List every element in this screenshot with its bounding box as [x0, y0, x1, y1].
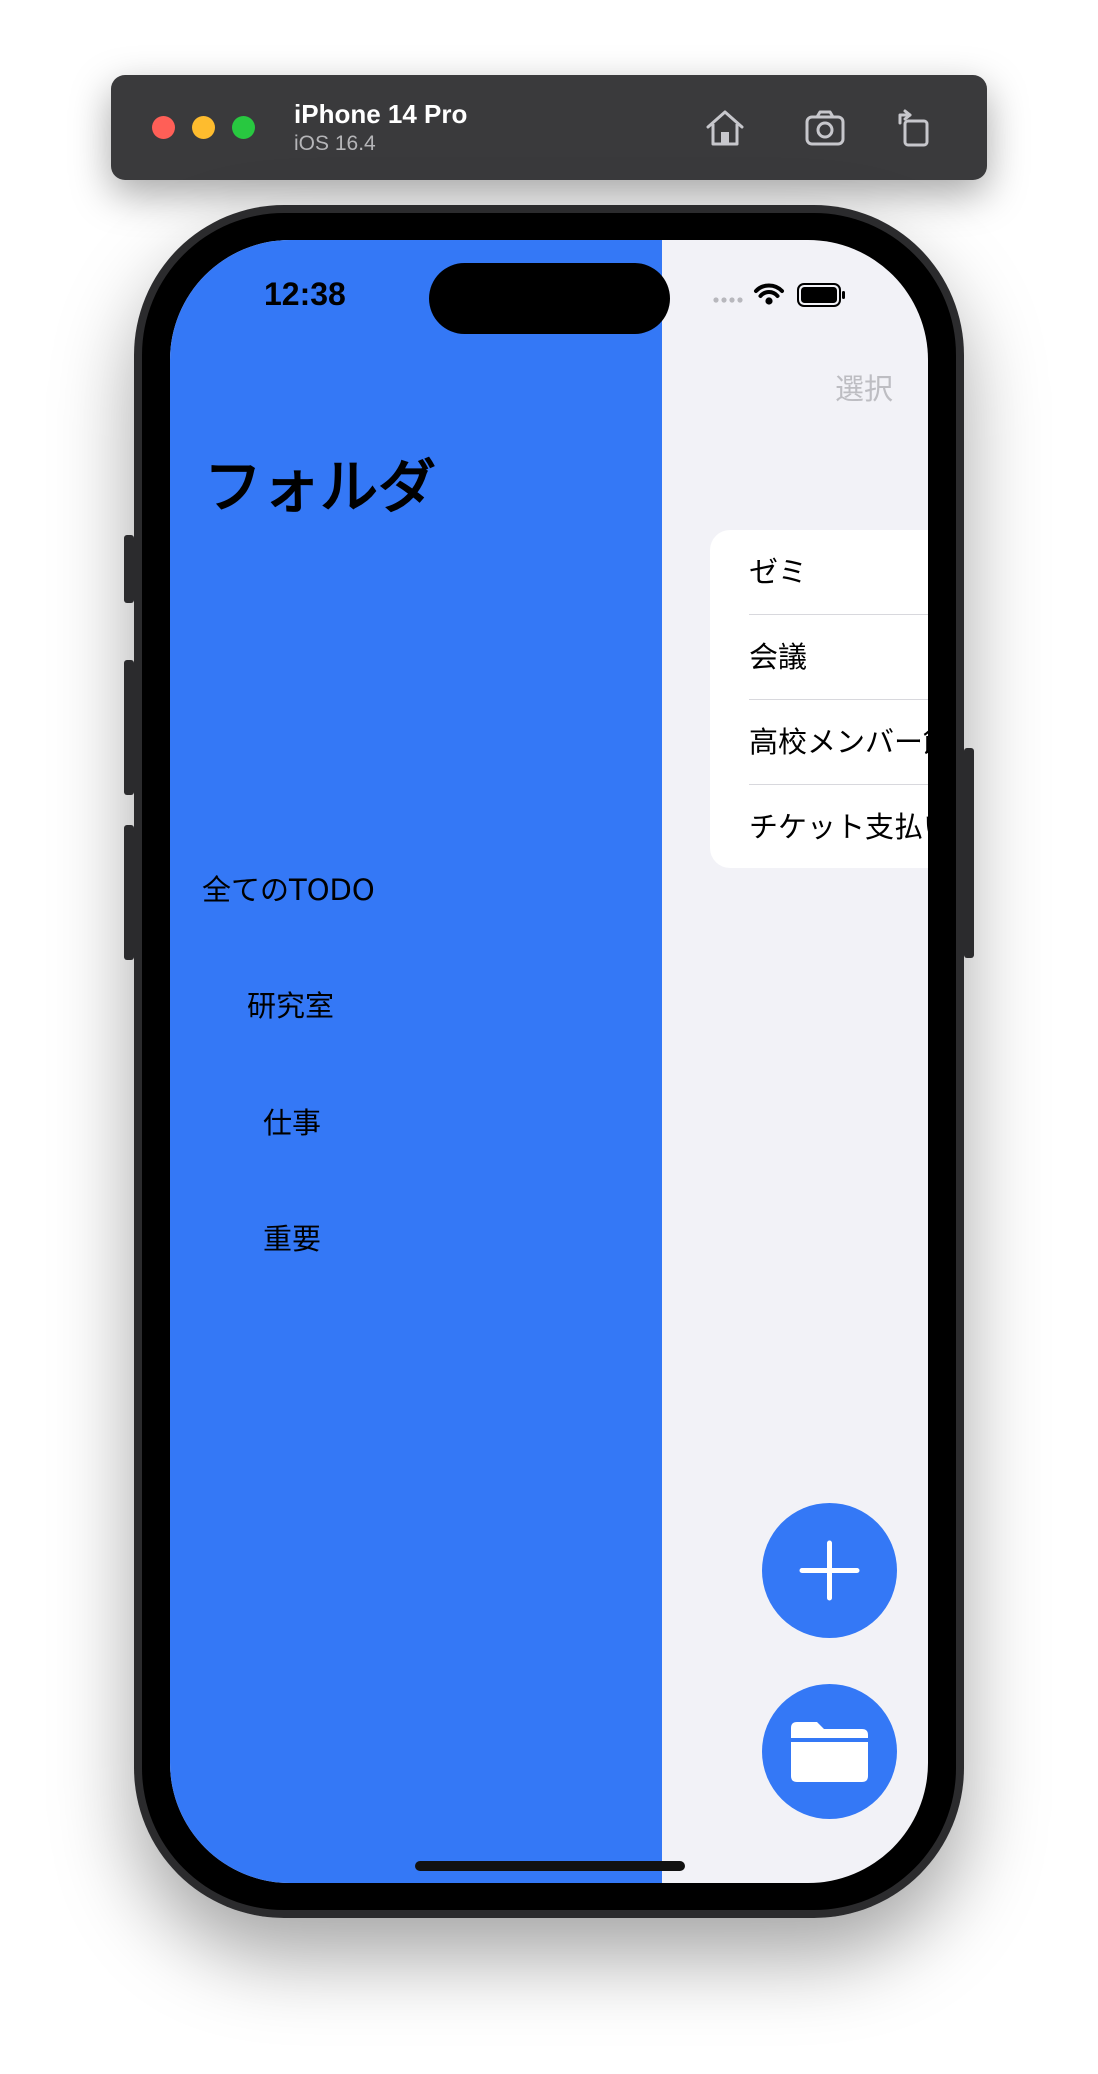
list-item[interactable]: 高校メンバー飲み会 [749, 700, 928, 784]
power-button [964, 748, 974, 958]
sidebar-title: フォルダ [204, 453, 437, 521]
home-icon[interactable] [700, 103, 750, 153]
cellular-icon [713, 297, 743, 303]
battery-icon [797, 283, 845, 307]
minimize-window-button[interactable] [192, 116, 215, 139]
list-item[interactable]: チケット支払い [749, 785, 928, 868]
select-button[interactable]: 選択 [835, 366, 893, 408]
folder-sidebar: フォルダ 全てのTODO 研究室 仕事 重要 [170, 240, 662, 1883]
sidebar-item-lab[interactable]: 研究室 [247, 983, 334, 1025]
todo-list: ゼミ 会議 高校メンバー飲み会 チケット支払い [710, 530, 928, 868]
device-name: iPhone 14 Pro [294, 99, 468, 129]
add-todo-button[interactable] [762, 1503, 897, 1638]
volume-up-button [124, 660, 134, 795]
list-item[interactable]: 会議 [749, 615, 928, 699]
home-indicator[interactable] [415, 1861, 685, 1871]
list-item[interactable]: ゼミ [749, 530, 928, 614]
plus-icon [799, 1540, 860, 1601]
phone-screen: 選択 ゼミ 会議 高校メンバー飲み会 チケット支払い フォルダ 全てのTODO … [170, 240, 928, 1883]
sidebar-item-all-todo[interactable]: 全てのTODO [202, 867, 375, 909]
folder-menu-button[interactable] [762, 1684, 897, 1819]
simulator-toolbar: iPhone 14 Pro iOS 16.4 [111, 75, 987, 180]
wifi-icon [754, 283, 784, 305]
screenshot-icon[interactable] [800, 103, 850, 153]
silent-switch [124, 535, 134, 603]
status-icons [712, 280, 872, 310]
zoom-window-button[interactable] [232, 116, 255, 139]
os-version: iOS 16.4 [294, 132, 376, 155]
folder-icon [791, 1722, 868, 1782]
dynamic-island [429, 263, 670, 334]
rotate-icon[interactable] [890, 103, 940, 153]
close-window-button[interactable] [152, 116, 175, 139]
sidebar-item-work[interactable]: 仕事 [263, 1100, 321, 1142]
sidebar-item-important[interactable]: 重要 [263, 1216, 321, 1258]
volume-down-button [124, 825, 134, 960]
status-time: 12:38 [264, 276, 346, 312]
